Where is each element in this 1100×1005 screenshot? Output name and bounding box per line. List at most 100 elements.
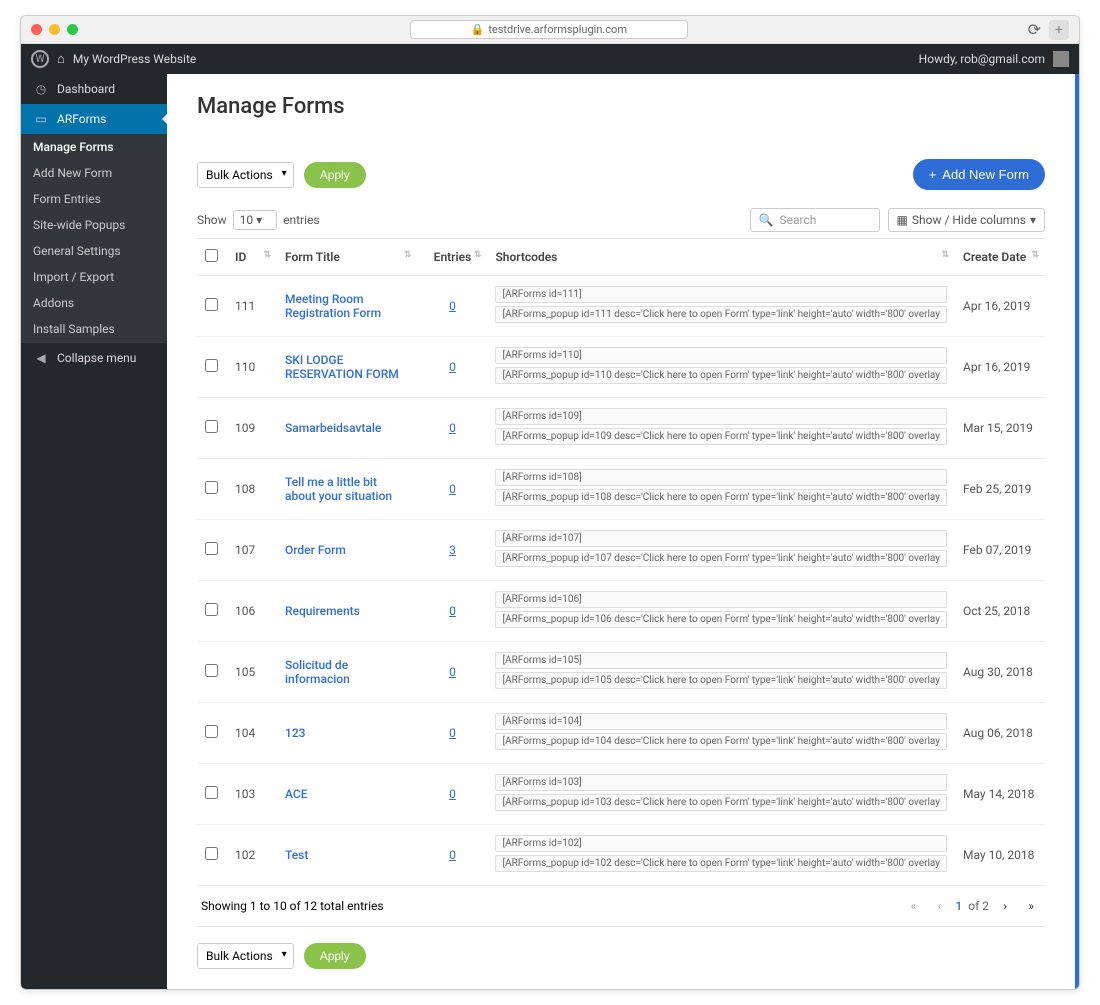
wordpress-logo-icon[interactable]: W xyxy=(31,50,49,68)
page-next-icon[interactable]: › xyxy=(995,896,1015,916)
apply-button[interactable]: Apply xyxy=(304,162,366,188)
row-checkbox[interactable] xyxy=(205,542,218,555)
row-checkbox[interactable] xyxy=(205,603,218,616)
new-tab-button[interactable]: + xyxy=(1049,20,1069,40)
sidebar-item-dashboard[interactable]: ◷ Dashboard xyxy=(21,74,167,104)
form-title-link[interactable]: SKI LODGE RESERVATION FORM xyxy=(285,353,399,381)
entries-link[interactable]: 3 xyxy=(449,543,456,557)
form-title-link[interactable]: 123 xyxy=(285,726,305,740)
page-first-icon[interactable]: « xyxy=(903,896,923,916)
collapse-icon: ◀ xyxy=(33,351,49,365)
entries-link[interactable]: 0 xyxy=(449,482,456,496)
shortcode-popup[interactable]: [ARForms_popup id=111 desc='Click here t… xyxy=(495,306,947,323)
submenu-import-export[interactable]: Import / Export xyxy=(21,264,167,290)
user-avatar-icon[interactable] xyxy=(1053,51,1069,67)
row-checkbox[interactable] xyxy=(205,786,218,799)
row-id: 103 xyxy=(227,764,277,825)
create-date: Oct 25, 2018 xyxy=(955,581,1045,642)
shortcode-popup[interactable]: [ARForms_popup id=102 desc='Click here t… xyxy=(495,855,947,872)
col-entries[interactable]: Entries xyxy=(417,239,487,276)
user-greeting[interactable]: Howdy, rob@gmail.com xyxy=(919,52,1045,66)
columns-btn-label: Show / Hide columns xyxy=(912,213,1026,227)
row-id: 107 xyxy=(227,520,277,581)
entries-link[interactable]: 0 xyxy=(449,299,456,313)
shortcode-basic[interactable]: [ARForms id=108] xyxy=(495,469,947,486)
submenu-add-new-form[interactable]: Add New Form xyxy=(21,160,167,186)
home-icon[interactable]: ⌂ xyxy=(57,51,65,67)
row-checkbox[interactable] xyxy=(205,359,218,372)
sidebar-label: ARForms xyxy=(57,112,106,126)
form-title-link[interactable]: Samarbeidsavtale xyxy=(285,421,381,435)
shortcode-popup[interactable]: [ARForms_popup id=110 desc='Click here t… xyxy=(495,367,947,384)
entries-link[interactable]: 0 xyxy=(449,726,456,740)
form-title-link[interactable]: Solicitud de informacion xyxy=(285,658,350,686)
add-new-form-button[interactable]: + Add New Form xyxy=(913,159,1045,190)
row-checkbox[interactable] xyxy=(205,481,218,494)
entries-link[interactable]: 0 xyxy=(449,787,456,801)
shortcode-popup[interactable]: [ARForms_popup id=108 desc='Click here t… xyxy=(495,489,947,506)
row-checkbox[interactable] xyxy=(205,664,218,677)
entries-link[interactable]: 0 xyxy=(449,848,456,862)
sidebar-item-arforms[interactable]: ▭ ARForms xyxy=(21,104,167,134)
entries-link[interactable]: 0 xyxy=(449,421,456,435)
row-checkbox[interactable] xyxy=(205,725,218,738)
shortcode-popup[interactable]: [ARForms_popup id=105 desc='Click here t… xyxy=(495,672,947,689)
shortcode-popup[interactable]: [ARForms_popup id=107 desc='Click here t… xyxy=(495,550,947,567)
create-date: Aug 06, 2018 xyxy=(955,703,1045,764)
entries-link[interactable]: 0 xyxy=(449,665,456,679)
col-shortcodes[interactable]: Shortcodes xyxy=(487,239,955,276)
shortcode-basic[interactable]: [ARForms id=104] xyxy=(495,713,947,730)
shortcode-basic[interactable]: [ARForms id=105] xyxy=(495,652,947,669)
form-title-link[interactable]: ACE xyxy=(285,787,307,801)
plus-icon: + xyxy=(929,167,937,182)
window-maximize-icon[interactable] xyxy=(67,24,78,35)
site-name[interactable]: My WordPress Website xyxy=(73,52,196,66)
col-create-date[interactable]: Create Date xyxy=(955,239,1045,276)
shortcode-basic[interactable]: [ARForms id=109] xyxy=(495,408,947,425)
form-title-link[interactable]: Order Form xyxy=(285,543,346,557)
per-page-select[interactable]: 10 ▾ xyxy=(233,210,278,230)
bulk-actions-select-bottom[interactable]: Bulk Actions xyxy=(197,943,294,969)
show-hide-columns-button[interactable]: ▦ Show / Hide columns ▾ xyxy=(888,208,1045,232)
page-title: Manage Forms xyxy=(197,94,1045,119)
form-title-link[interactable]: Requirements xyxy=(285,604,360,618)
bulk-actions-select[interactable]: Bulk Actions xyxy=(197,162,294,188)
shortcode-popup[interactable]: [ARForms_popup id=104 desc='Click here t… xyxy=(495,733,947,750)
row-checkbox[interactable] xyxy=(205,847,218,860)
shortcode-basic[interactable]: [ARForms id=103] xyxy=(495,774,947,791)
submenu-manage-forms[interactable]: Manage Forms xyxy=(21,134,167,160)
apply-button-bottom[interactable]: Apply xyxy=(304,943,366,969)
col-form-title[interactable]: Form Title xyxy=(277,239,417,276)
form-title-link[interactable]: Meeting Room Registration Form xyxy=(285,292,381,320)
select-all-checkbox[interactable] xyxy=(205,249,218,262)
col-id[interactable]: ID xyxy=(227,239,277,276)
submenu-site-wide-popups[interactable]: Site-wide Popups xyxy=(21,212,167,238)
window-minimize-icon[interactable] xyxy=(49,24,60,35)
page-last-icon[interactable]: » xyxy=(1021,896,1041,916)
shortcode-basic[interactable]: [ARForms id=106] xyxy=(495,591,947,608)
entries-label: entries xyxy=(283,213,319,227)
search-input[interactable]: 🔍 Search xyxy=(750,208,880,232)
row-checkbox[interactable] xyxy=(205,420,218,433)
shortcode-basic[interactable]: [ARForms id=107] xyxy=(495,530,947,547)
url-bar[interactable]: 🔒 testdrive.arformsplugin.com xyxy=(410,20,688,39)
entries-link[interactable]: 0 xyxy=(449,360,456,374)
window-close-icon[interactable] xyxy=(31,24,42,35)
submenu-install-samples[interactable]: Install Samples xyxy=(21,316,167,342)
row-checkbox[interactable] xyxy=(205,298,218,311)
shortcode-popup[interactable]: [ARForms_popup id=109 desc='Click here t… xyxy=(495,428,947,445)
shortcode-basic[interactable]: [ARForms id=111] xyxy=(495,286,947,303)
shortcode-popup[interactable]: [ARForms_popup id=103 desc='Click here t… xyxy=(495,794,947,811)
shortcode-basic[interactable]: [ARForms id=110] xyxy=(495,347,947,364)
submenu-form-entries[interactable]: Form Entries xyxy=(21,186,167,212)
submenu-general-settings[interactable]: General Settings xyxy=(21,238,167,264)
collapse-menu[interactable]: ◀ Collapse menu xyxy=(21,342,167,373)
refresh-icon[interactable]: ⟳ xyxy=(1028,20,1041,39)
submenu-addons[interactable]: Addons xyxy=(21,290,167,316)
shortcode-basic[interactable]: [ARForms id=102] xyxy=(495,835,947,852)
page-prev-icon[interactable]: ‹ xyxy=(929,896,949,916)
shortcode-popup[interactable]: [ARForms_popup id=106 desc='Click here t… xyxy=(495,611,947,628)
entries-link[interactable]: 0 xyxy=(449,604,456,618)
form-title-link[interactable]: Tell me a little bit about your situatio… xyxy=(285,475,392,503)
form-title-link[interactable]: Test xyxy=(285,848,308,862)
